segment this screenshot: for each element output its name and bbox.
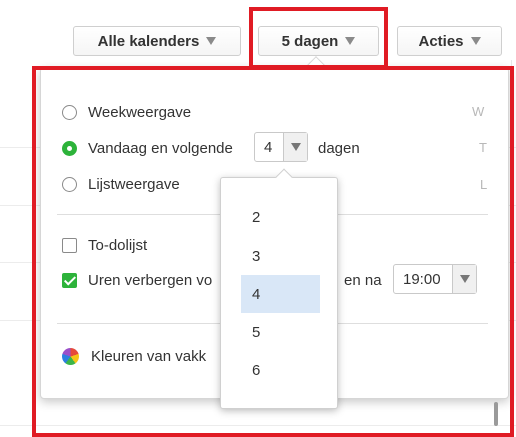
end-time-value: 19:00 [403,270,441,288]
days-count-select[interactable]: 4 [254,132,308,162]
all-calendars-label: Alle kalenders [97,32,200,50]
chevron-down-icon [345,37,356,45]
calendar-column-divider [511,60,512,437]
days-option-selected[interactable]: 4 [241,275,320,313]
week-view-label: Weekweergave [88,103,192,121]
chevron-down-icon [470,37,481,45]
scrollbar[interactable] [494,402,498,426]
today-view-option[interactable]: Vandaag en volgende [62,138,233,158]
todo-label: To-dolijst [88,236,148,254]
calendar-colors-label: Kleuren van vakk [91,347,207,365]
chevron-down-icon [452,265,476,293]
hide-hours-after-label: en na [344,271,382,289]
actions-button[interactable]: Acties [397,26,502,56]
calendar-gridline [0,425,516,426]
hide-hours-label: Uren verbergen vo [88,271,213,289]
hide-hours-option[interactable]: Uren verbergen vo [62,270,212,290]
chevron-down-icon [206,37,217,45]
list-view-shortcut: L [480,177,488,192]
all-calendars-button[interactable]: Alle kalenders [73,26,241,56]
color-wheel-icon [62,347,79,365]
todo-option[interactable]: To-dolijst [62,235,147,255]
list-view-label: Lijstweergave [88,175,180,193]
days-view-button[interactable]: 5 dagen [258,26,379,56]
end-time-select[interactable]: 19:00 [393,264,477,294]
list-view-option[interactable]: Lijstweergave [62,174,180,194]
days-option[interactable]: 5 [241,313,320,351]
week-view-radio[interactable] [62,104,77,120]
days-option[interactable]: 3 [241,237,320,275]
week-view-shortcut: W [472,104,485,119]
calendar-colors-option[interactable]: Kleuren van vakk [62,346,206,366]
days-count-dropdown: 2 3 4 5 6 [220,177,338,409]
today-view-shortcut: T [479,140,487,155]
actions-label: Acties [418,32,464,50]
chevron-down-icon [283,133,307,161]
days-option[interactable]: 6 [241,351,320,389]
days-option[interactable]: 2 [241,198,320,236]
days-suffix-label: dagen [318,139,360,157]
list-view-radio[interactable] [62,176,77,192]
days-view-label: 5 dagen [281,32,339,50]
hide-hours-checkbox[interactable] [62,272,77,288]
days-count-value: 4 [264,138,273,156]
today-view-radio[interactable] [62,140,77,156]
today-view-label: Vandaag en volgende [88,139,233,157]
week-view-option[interactable]: Weekweergave [62,102,191,122]
todo-checkbox[interactable] [62,237,77,253]
